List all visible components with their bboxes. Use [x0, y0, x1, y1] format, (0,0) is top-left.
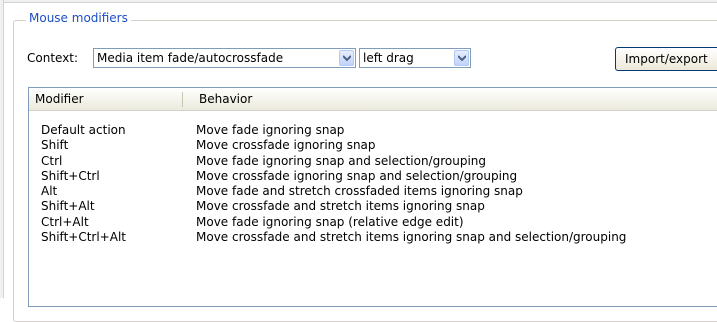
column-divider[interactable] — [182, 92, 183, 107]
action-dropdown[interactable]: left drag — [359, 48, 471, 68]
list-header: Modifier Behavior — [29, 88, 717, 111]
behavior-cell: Move crossfade ignoring snap — [196, 138, 376, 153]
import-export-button[interactable]: Import/export — [615, 47, 717, 71]
chevron-down-icon[interactable] — [454, 50, 469, 66]
modifier-cell: Shift+Ctrl+Alt — [41, 230, 126, 245]
column-header-modifier[interactable]: Modifier — [35, 88, 84, 110]
modifier-list[interactable]: Modifier Behavior Default action Move fa… — [28, 87, 717, 307]
context-dropdown-value: Media item fade/autocrossfade — [97, 51, 284, 65]
modifier-cell: Default action — [41, 123, 126, 137]
context-label: Context: — [27, 51, 79, 65]
groupbox-title: Mouse modifiers — [26, 10, 131, 26]
behavior-cell: Move crossfade and stretch items ignorin… — [196, 230, 627, 245]
modifier-cell: Alt — [41, 184, 58, 199]
modifier-cell: Ctrl+Alt — [41, 214, 89, 229]
table-row[interactable]: Shift+Alt Move crossfade and stretch ite… — [29, 199, 717, 214]
table-row[interactable]: Ctrl Move fade ignoring snap and selecti… — [29, 154, 717, 169]
table-row[interactable]: Shift+Ctrl Move crossfade ignoring snap … — [29, 169, 717, 184]
context-dropdown[interactable]: Media item fade/autocrossfade — [93, 48, 356, 68]
modifier-cell: Shift+Ctrl — [41, 168, 100, 183]
behavior-cell: Move fade and stretch crossfaded items i… — [196, 184, 523, 199]
column-header-behavior[interactable]: Behavior — [199, 88, 252, 110]
modifier-cell: Ctrl — [41, 153, 63, 168]
list-rows: Default action Move fade ignoring snap S… — [29, 123, 717, 245]
table-row[interactable]: Alt Move fade and stretch crossfaded ite… — [29, 184, 717, 199]
table-row[interactable]: Ctrl+Alt Move fade ignoring snap (relati… — [29, 215, 717, 230]
behavior-cell: Move crossfade ignoring snap and selecti… — [196, 168, 518, 183]
table-row[interactable]: Shift+Ctrl+Alt Move crossfade and stretc… — [29, 230, 717, 245]
modifier-cell: Shift — [41, 138, 69, 153]
table-row[interactable]: Shift Move crossfade ignoring snap — [29, 138, 717, 153]
table-row[interactable]: Default action Move fade ignoring snap — [29, 123, 717, 138]
action-dropdown-value: left drag — [363, 51, 414, 65]
behavior-cell: Move fade ignoring snap and selection/gr… — [196, 153, 487, 168]
modifier-cell: Shift+Alt — [41, 199, 95, 214]
behavior-cell: Move fade ignoring snap (relative edge e… — [196, 214, 464, 229]
behavior-cell: Move crossfade and stretch items ignorin… — [196, 199, 485, 214]
chevron-down-icon[interactable] — [339, 50, 354, 66]
behavior-cell: Move fade ignoring snap — [196, 123, 345, 137]
